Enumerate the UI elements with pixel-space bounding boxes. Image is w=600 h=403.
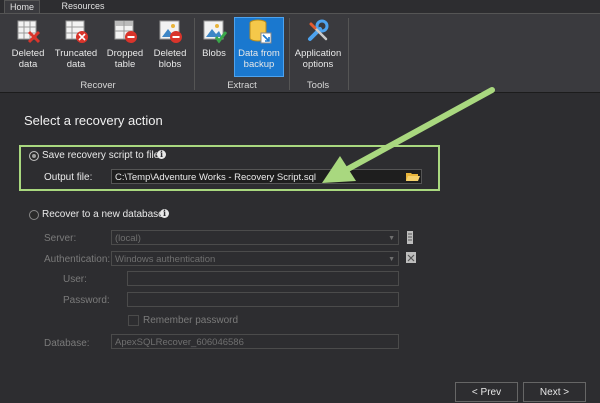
group-separator <box>194 18 195 90</box>
data-from-backup-label: Data from backup <box>238 48 280 70</box>
recover-new-db-radio[interactable] <box>29 210 39 220</box>
authentication-value: Windows authentication <box>115 254 216 265</box>
group-separator <box>348 18 349 90</box>
folder-open-icon[interactable] <box>406 171 420 182</box>
deleted-blobs-icon <box>159 20 182 43</box>
group-separator <box>289 18 290 90</box>
dropped-table-icon <box>114 20 137 43</box>
truncated-data-button[interactable]: Truncated data <box>52 18 100 76</box>
chevron-down-icon: ▼ <box>388 235 395 242</box>
ribbon-tab-bar: Home Resources <box>0 0 600 14</box>
recovery-action-panel: Select a recovery action Save recovery s… <box>0 93 600 402</box>
page-title: Select a recovery action <box>24 113 163 128</box>
key-settings-icon[interactable] <box>405 251 417 264</box>
save-script-label[interactable]: Save recovery script to file <box>42 150 159 161</box>
deleted-data-button[interactable]: Deleted data <box>7 18 49 76</box>
deleted-blobs-label: Deleted blobs <box>153 48 187 70</box>
server-value: (local) <box>115 233 141 244</box>
tab-home[interactable]: Home <box>4 0 40 14</box>
server-label: Server: <box>44 233 77 244</box>
group-label-extract: Extract <box>227 80 257 91</box>
truncated-data-label: Truncated data <box>54 48 98 70</box>
application-options-button[interactable]: Application options <box>292 18 344 76</box>
server-select[interactable]: (local) ▼ <box>111 230 399 245</box>
database-field[interactable]: ApexSQLRecover_606046586 <box>111 334 399 349</box>
blobs-label: Blobs <box>202 48 226 59</box>
blobs-button[interactable]: Blobs <box>197 18 231 76</box>
save-script-radio[interactable] <box>29 151 39 161</box>
password-label: Password: <box>63 295 110 306</box>
group-label-recover: Recover <box>80 80 116 91</box>
authentication-select[interactable]: Windows authentication ▼ <box>111 251 399 266</box>
output-file-field[interactable]: C:\Temp\Adventure Works - Recovery Scrip… <box>111 169 422 184</box>
database-label: Database: <box>44 338 90 349</box>
data-from-backup-button[interactable]: Data from backup <box>234 17 284 77</box>
password-field[interactable] <box>127 292 399 307</box>
dropped-table-label: Dropped table <box>106 48 144 70</box>
database-backup-icon <box>249 19 272 44</box>
output-file-label: Output file: <box>44 172 93 183</box>
server-browse-icon[interactable] <box>406 231 414 244</box>
ribbon: Deleted data Truncated data Dropped tabl… <box>0 13 600 92</box>
user-field[interactable] <box>127 271 399 286</box>
deleted-data-icon <box>17 20 41 44</box>
user-label: User: <box>63 274 87 285</box>
dropped-table-button[interactable]: Dropped table <box>104 18 146 76</box>
group-label-tools: Tools <box>306 80 330 91</box>
wrench-screwdriver-icon <box>308 19 329 41</box>
deleted-data-label: Deleted data <box>11 48 45 70</box>
prev-button[interactable]: < Prev <box>455 382 518 402</box>
info-icon[interactable]: i <box>157 150 166 159</box>
authentication-label: Authentication: <box>44 254 111 265</box>
remember-password-checkbox[interactable] <box>128 315 139 326</box>
tab-resources[interactable]: Resources <box>56 0 110 13</box>
recover-new-db-label[interactable]: Recover to a new database <box>42 209 164 220</box>
info-icon[interactable]: i <box>160 209 169 218</box>
blobs-icon <box>203 20 227 44</box>
truncated-data-icon <box>65 20 88 43</box>
application-options-label: Application options <box>294 48 342 70</box>
deleted-blobs-button[interactable]: Deleted blobs <box>151 18 189 76</box>
remember-password-label[interactable]: Remember password <box>143 315 238 326</box>
next-button[interactable]: Next > <box>523 382 586 402</box>
chevron-down-icon: ▼ <box>388 256 395 263</box>
